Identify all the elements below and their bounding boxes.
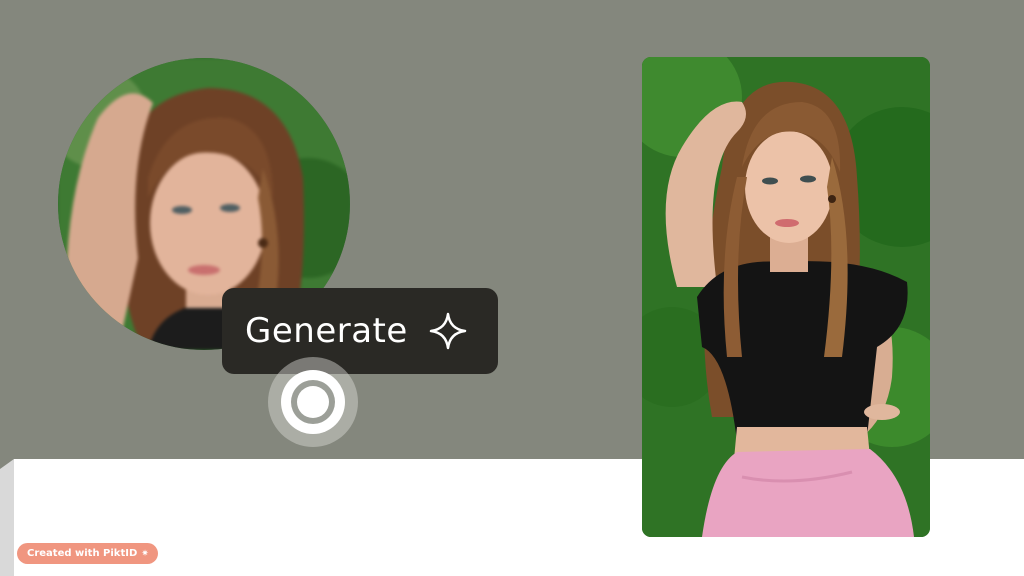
sparkle-icon (429, 312, 467, 350)
watermark-text: Created with PiktID (27, 548, 138, 559)
sparkle-small-icon: ✷ (141, 548, 149, 559)
page-corner-strip (0, 459, 14, 576)
output-image-enhanced (642, 57, 930, 537)
generate-button-label: Generate (245, 311, 408, 351)
generate-button[interactable]: Generate (222, 288, 498, 374)
watermark-badge: Created with PiktID ✷ (17, 543, 158, 564)
output-portrait-illustration (642, 57, 930, 537)
cursor-click-indicator (268, 357, 358, 447)
